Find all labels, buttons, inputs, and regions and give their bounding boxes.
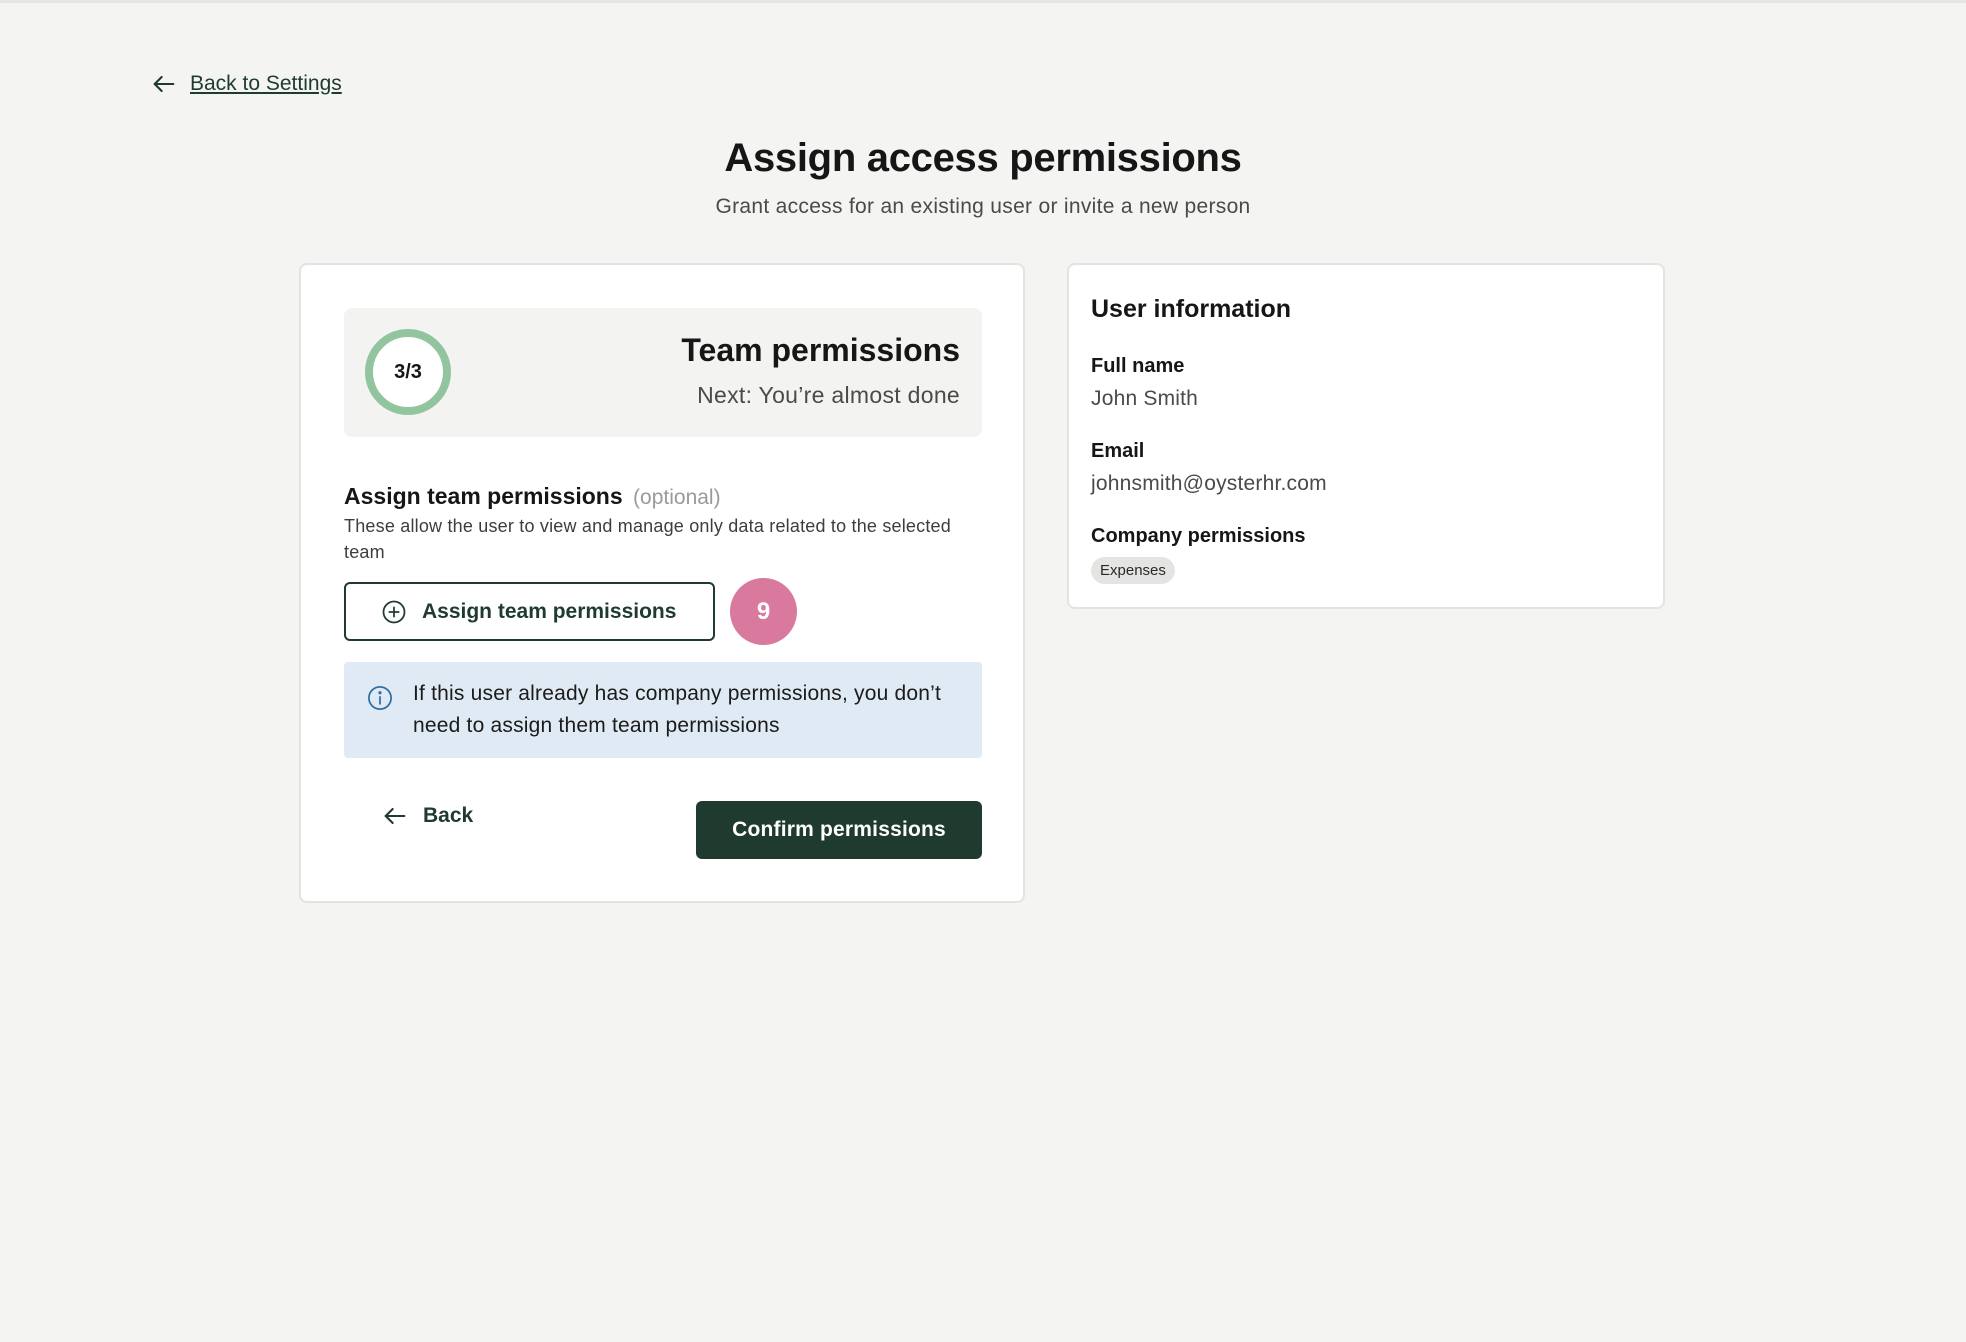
back-button-label: Back bbox=[423, 804, 474, 827]
optional-label: (optional) bbox=[633, 486, 721, 509]
full-name-value: John Smith bbox=[1091, 387, 1199, 410]
page-header: Assign access permissions Grant access f… bbox=[0, 136, 1966, 219]
plus-circle-icon bbox=[382, 600, 406, 623]
step-indicator: 3/3 Team permissions Next: You’re almost… bbox=[344, 308, 982, 437]
arrow-left-icon bbox=[384, 807, 406, 825]
back-button[interactable]: Back bbox=[381, 802, 473, 830]
team-permissions-heading: Assign team permissions (optional) bbox=[344, 483, 721, 510]
page-subtitle: Grant access for an existing user or inv… bbox=[715, 195, 1251, 218]
step-title: Team permissions bbox=[681, 332, 960, 368]
company-permissions-label: Company permissions bbox=[1091, 525, 1306, 547]
info-icon bbox=[368, 686, 392, 710]
assign-team-permissions-label: Assign team permissions bbox=[422, 599, 677, 623]
team-permissions-description: These allow the user to view and manage … bbox=[344, 516, 951, 562]
info-note: If this user already has company permiss… bbox=[344, 662, 982, 758]
back-to-settings-label: Back to Settings bbox=[190, 72, 342, 95]
back-to-settings-link[interactable]: Back to Settings bbox=[150, 70, 342, 98]
team-permissions-heading-text: Assign team permissions bbox=[344, 483, 623, 509]
email-label: Email bbox=[1091, 440, 1145, 462]
top-divider bbox=[0, 0, 1966, 3]
count-badge: 9 bbox=[730, 578, 797, 645]
page-title: Assign access permissions bbox=[724, 136, 1242, 180]
user-information-card: User information Full name John Smith Em… bbox=[1067, 263, 1665, 609]
email-value: johnsmith@oysterhr.com bbox=[1091, 472, 1327, 495]
assign-team-permissions-button[interactable]: Assign team permissions bbox=[344, 582, 715, 641]
info-note-text: If this user already has company permiss… bbox=[413, 682, 942, 737]
arrow-left-icon bbox=[153, 75, 175, 93]
permissions-card: 3/3 Team permissions Next: You’re almost… bbox=[299, 263, 1025, 903]
full-name-label: Full name bbox=[1091, 355, 1185, 377]
confirm-permissions-button[interactable]: Confirm permissions bbox=[696, 801, 982, 859]
step-progress-ring: 3/3 bbox=[365, 329, 451, 415]
permission-tag-expenses: Expenses bbox=[1091, 557, 1175, 584]
user-information-title: User information bbox=[1091, 295, 1292, 323]
step-next-label: Next: You’re almost done bbox=[697, 382, 960, 408]
